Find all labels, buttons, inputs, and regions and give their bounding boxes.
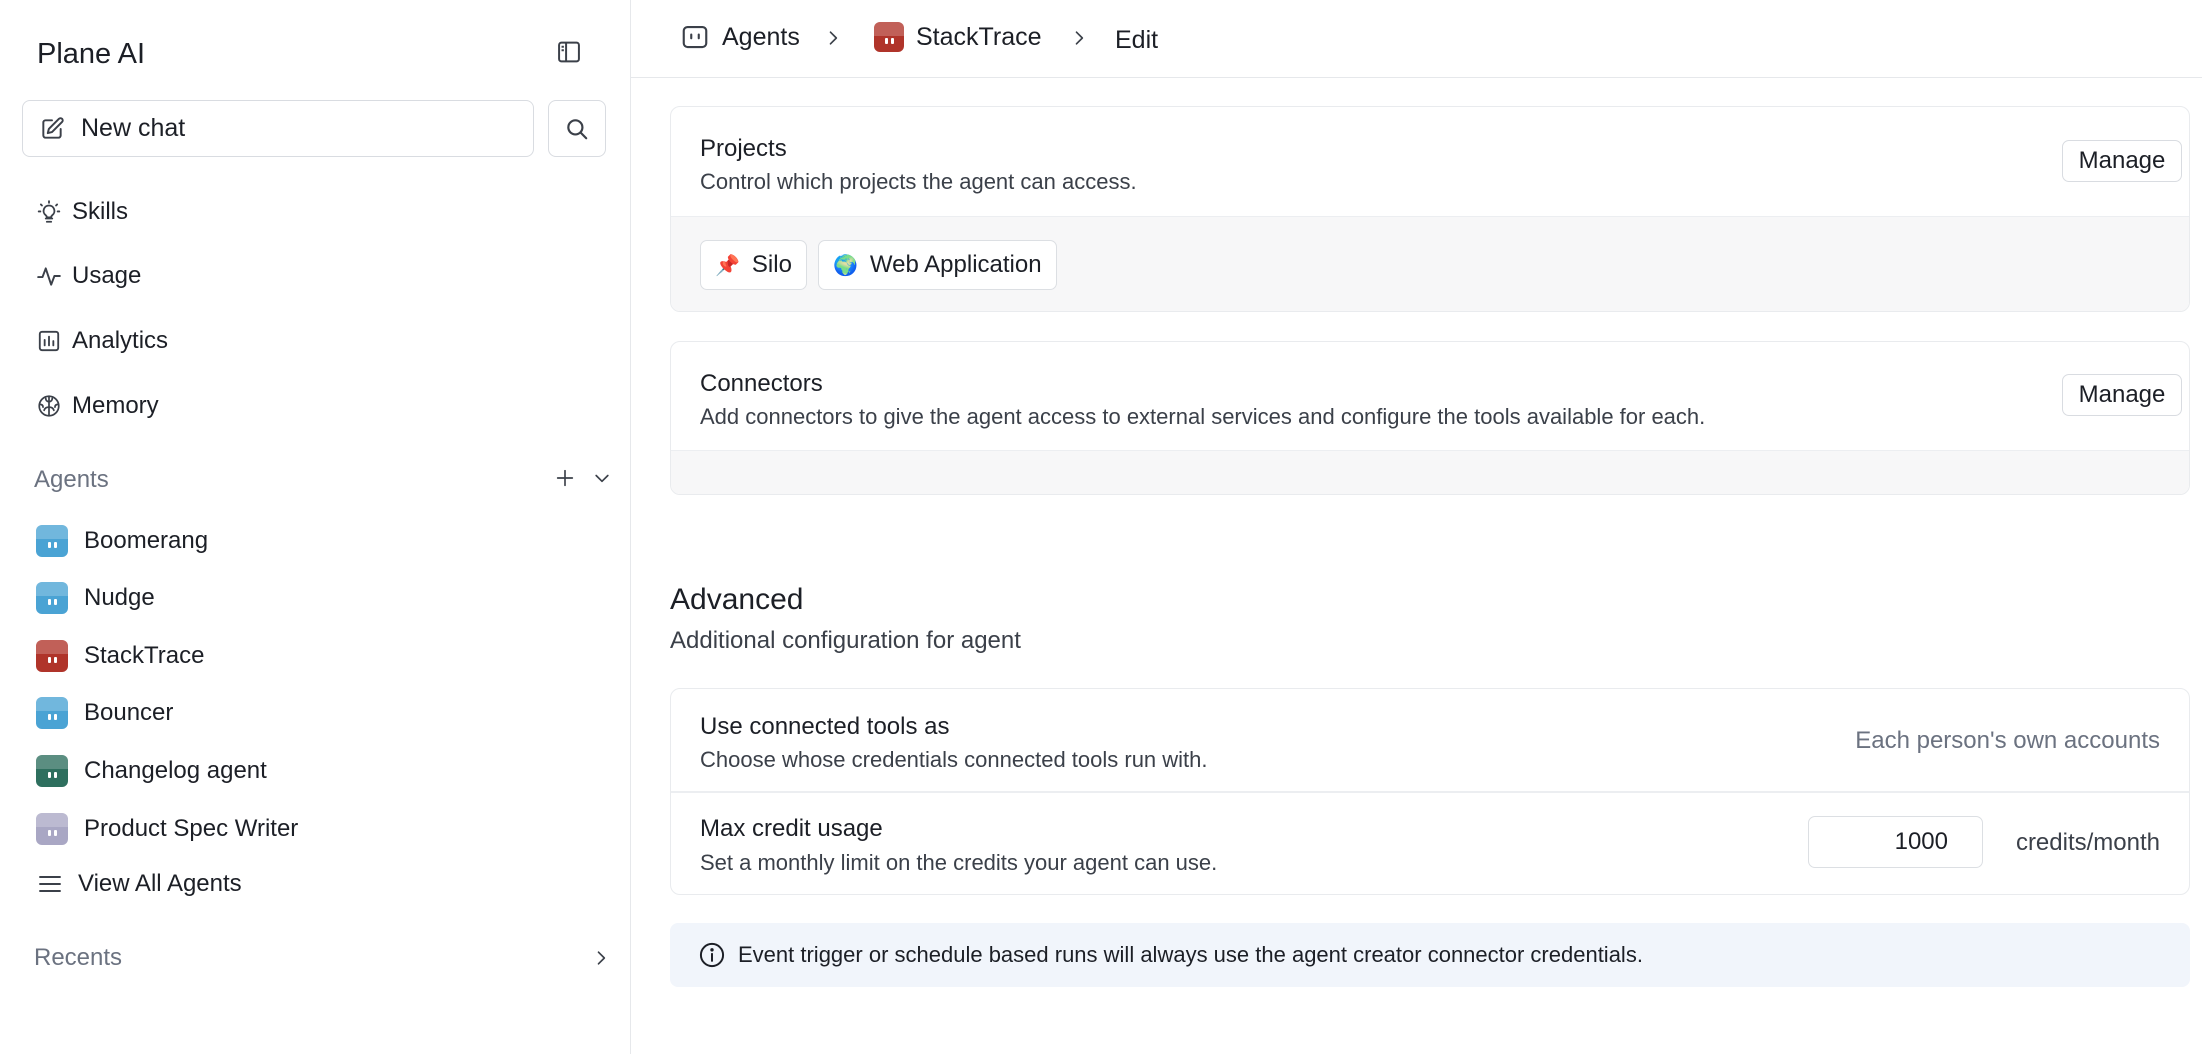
agent-avatar [36,755,68,787]
breadcrumb-agents[interactable]: Agents [680,22,800,52]
search-icon [567,118,588,139]
info-banner: Event trigger or schedule based runs wil… [670,923,2190,987]
new-chat-button[interactable]: New chat [22,100,534,157]
chevron-down-icon [595,474,609,483]
agent-label: Boomerang [84,527,209,554]
activity-icon [37,267,61,286]
app-title: Plane AI [37,38,146,70]
credit-limit-input[interactable] [1808,816,1983,868]
tools-setting-title: Use connected tools as [700,713,950,740]
sidebar: Plane AI New chat Skills Usage Analytics… [0,0,631,1054]
agent-avatar [36,582,68,614]
agent-avatar [36,813,68,845]
menu-icon [39,875,61,893]
sidebar-item-label: Memory [72,392,159,419]
tools-setting-description: Choose whose credentials connected tools… [700,747,1208,772]
chevron-right-icon [1075,31,1084,45]
info-banner-text: Event trigger or schedule based runs wil… [738,942,1643,967]
agent-label: Bouncer [84,699,174,726]
search-button[interactable] [548,100,606,157]
breadcrumb-label: StackTrace [916,22,1042,51]
sidebar-item-skills[interactable]: Skills [22,187,606,237]
agent-label: Changelog agent [84,757,267,784]
project-chip-label: Web Application [869,251,1042,278]
breadcrumb-agent[interactable]: StackTrace [874,22,1042,52]
advanced-title: Advanced [670,583,804,616]
collapse-agents-button[interactable] [589,463,615,493]
expand-recents-button[interactable] [588,943,614,973]
topbar: Agents StackTrace Edit [631,0,2202,78]
sidebar-item-label: Skills [72,198,129,225]
chevron-right-icon [829,31,838,45]
sidebar-panel-icon [558,41,580,63]
sidebar-item-analytics[interactable]: Analytics [22,316,606,366]
toggle-sidebar-button[interactable] [553,36,585,68]
project-chip-silo[interactable]: 📌 Silo [700,240,807,290]
agent-label: Nudge [84,584,155,611]
plus-icon [556,469,574,487]
sidebar-item-label: Usage [72,262,142,289]
sidebar-item-usage[interactable]: Usage [22,251,606,301]
manage-connectors-button[interactable]: Manage [2062,374,2182,416]
lightbulb-icon [37,200,61,223]
chevron-right-icon [597,951,606,965]
sidebar-agent-changelog[interactable]: Changelog agent [22,746,606,796]
sidebar-item-label: Analytics [72,327,169,354]
agent-avatar [874,22,904,52]
tools-mode-select[interactable]: Each person's own accounts [1855,727,2160,755]
projects-card: Projects Control which projects the agen… [670,106,2190,312]
add-agent-button[interactable] [552,463,578,493]
advanced-subtitle: Additional configuration for agent [670,627,1021,654]
agent-label: Product Spec Writer [84,815,299,842]
advanced-settings-card: Use connected tools as Choose whose cred… [670,688,2190,895]
view-all-agents-label: View All Agents [78,870,242,897]
credit-setting-title: Max credit usage [700,815,883,842]
agents-section-header: Agents [34,466,109,493]
project-chip-label: Silo [751,251,792,278]
globe-icon: 🌍 [833,254,858,277]
sidebar-agent-stacktrace[interactable]: StackTrace [22,631,606,681]
recents-section-header[interactable]: Recents [34,944,122,972]
divider [671,791,2189,793]
projects-title: Projects [700,135,787,162]
main-content: Agents StackTrace Edit Projects Control … [631,0,2202,1054]
connectors-title: Connectors [700,370,823,397]
pin-icon: 📌 [715,254,740,277]
view-all-agents-link[interactable]: View All Agents [22,859,606,909]
connectors-description: Add connectors to give the agent access … [700,404,1706,429]
projects-chip-area: 📌 Silo 🌍 Web Application [671,216,2189,311]
breadcrumb-label: Agents [722,22,800,51]
robot-icon [682,25,708,49]
connectors-card: Connectors Add connectors to give the ag… [670,341,2190,495]
new-chat-label: New chat [81,114,186,142]
manage-projects-button[interactable]: Manage [2062,140,2182,182]
project-chip-web-application[interactable]: 🌍 Web Application [818,240,1057,290]
breadcrumb-current: Edit [1115,26,1159,54]
brain-icon [38,395,60,417]
info-icon [699,942,725,968]
agent-avatar [36,640,68,672]
projects-description: Control which projects the agent can acc… [700,169,1137,194]
sidebar-agent-bouncer[interactable]: Bouncer [22,688,606,738]
credit-unit-label: credits/month [2015,829,2160,856]
sidebar-agent-boomerang[interactable]: Boomerang [22,516,606,566]
bar-chart-icon [38,330,60,352]
sidebar-agent-nudge[interactable]: Nudge [22,573,606,623]
sidebar-item-memory[interactable]: Memory [22,381,606,431]
agent-avatar [36,697,68,729]
connectors-list-area [671,450,2189,494]
agent-label: StackTrace [84,642,205,669]
sidebar-agent-product-spec-writer[interactable]: Product Spec Writer [22,804,606,854]
agent-avatar [36,525,68,557]
credit-setting-description: Set a monthly limit on the credits your … [700,850,1218,875]
edit-icon [42,116,64,139]
